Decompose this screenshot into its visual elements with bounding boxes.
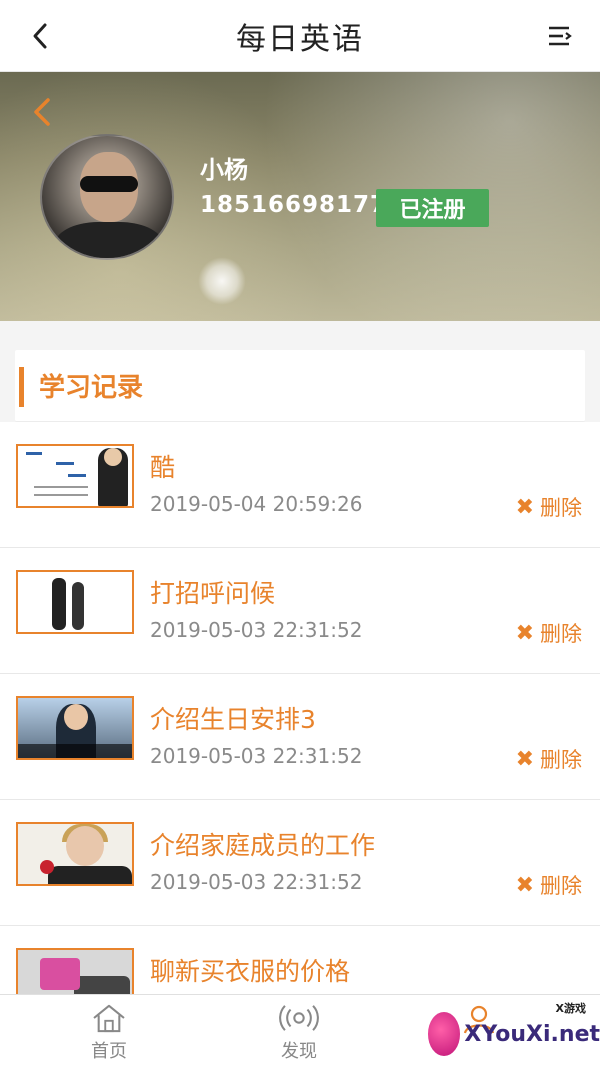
list-item[interactable]: 介绍家庭成员的工作 2019-05-03 22:31:52 ✖ 删除 (0, 800, 600, 926)
list-item[interactable]: 介绍生日安排3 2019-05-03 22:31:52 ✖ 删除 (0, 674, 600, 800)
watermark-logo: XYouXi.net X游戏 (428, 1002, 600, 1064)
section-accent-bar (19, 367, 24, 407)
page-title: 每日英语 (236, 21, 364, 57)
top-nav-bar: 每日英语 (0, 0, 600, 72)
video-thumbnail[interactable] (16, 570, 134, 634)
delete-button[interactable]: ✖ 删除 (516, 618, 582, 648)
list-item[interactable]: 打招呼问候 2019-05-03 22:31:52 ✖ 删除 (0, 548, 600, 674)
gamepad-logo-icon (428, 1012, 461, 1056)
close-icon: ✖ (515, 872, 534, 898)
list-item[interactable]: 酷 2019-05-04 20:59:26 ✖ 删除 (0, 422, 600, 548)
home-icon (93, 1004, 125, 1033)
tab-discover[interactable]: 发现 (239, 1003, 359, 1063)
user-name: 小杨 (200, 156, 248, 184)
record-title: 介绍家庭成员的工作 (150, 831, 376, 860)
video-thumbnail[interactable] (16, 822, 134, 886)
close-icon: ✖ (515, 746, 534, 772)
back-button[interactable] (24, 20, 56, 52)
record-time: 2019-05-03 22:31:52 (150, 744, 363, 768)
video-thumbnail[interactable] (16, 444, 134, 508)
close-icon: ✖ (515, 620, 534, 646)
profile-back-button[interactable] (30, 96, 58, 128)
delete-button[interactable]: ✖ 删除 (516, 744, 582, 774)
delete-button[interactable]: ✖ 删除 (516, 492, 582, 522)
record-title: 聊新买衣服的价格 (150, 957, 351, 986)
delete-button[interactable]: ✖ 删除 (516, 870, 582, 900)
watermark-small-text: X游戏 (555, 1002, 586, 1015)
watermark-text: XYouXi.net (464, 1021, 600, 1047)
tab-label: 首页 (91, 1041, 127, 1062)
record-time: 2019-05-03 22:31:52 (150, 618, 363, 642)
chevron-left-icon (34, 98, 50, 126)
delete-label: 删除 (540, 874, 582, 898)
section-title: 学习记录 (39, 373, 144, 403)
user-phone: 18516698177 (200, 192, 388, 218)
video-thumbnail[interactable] (16, 696, 134, 760)
chevron-left-icon (33, 23, 47, 49)
record-time: 2019-05-04 20:59:26 (150, 492, 363, 516)
dandelion-decoration (198, 257, 246, 305)
delete-label: 删除 (540, 748, 582, 772)
avatar[interactable] (40, 134, 174, 260)
delete-label: 删除 (540, 622, 582, 646)
menu-lines-icon (549, 26, 572, 46)
record-time: 2019-05-03 22:31:52 (150, 870, 363, 894)
status-badge: 已注册 (376, 189, 489, 227)
record-title: 酷 (150, 453, 176, 482)
tab-home[interactable]: 首页 (49, 1003, 169, 1063)
tab-label: 发现 (281, 1041, 317, 1062)
record-title: 介绍生日安排3 (150, 705, 316, 734)
menu-button[interactable] (544, 20, 576, 52)
close-icon: ✖ (515, 494, 534, 520)
section-header: 学习记录 (15, 350, 585, 422)
delete-label: 删除 (540, 496, 582, 520)
broadcast-icon (279, 1005, 319, 1031)
record-title: 打招呼问候 (150, 579, 276, 608)
